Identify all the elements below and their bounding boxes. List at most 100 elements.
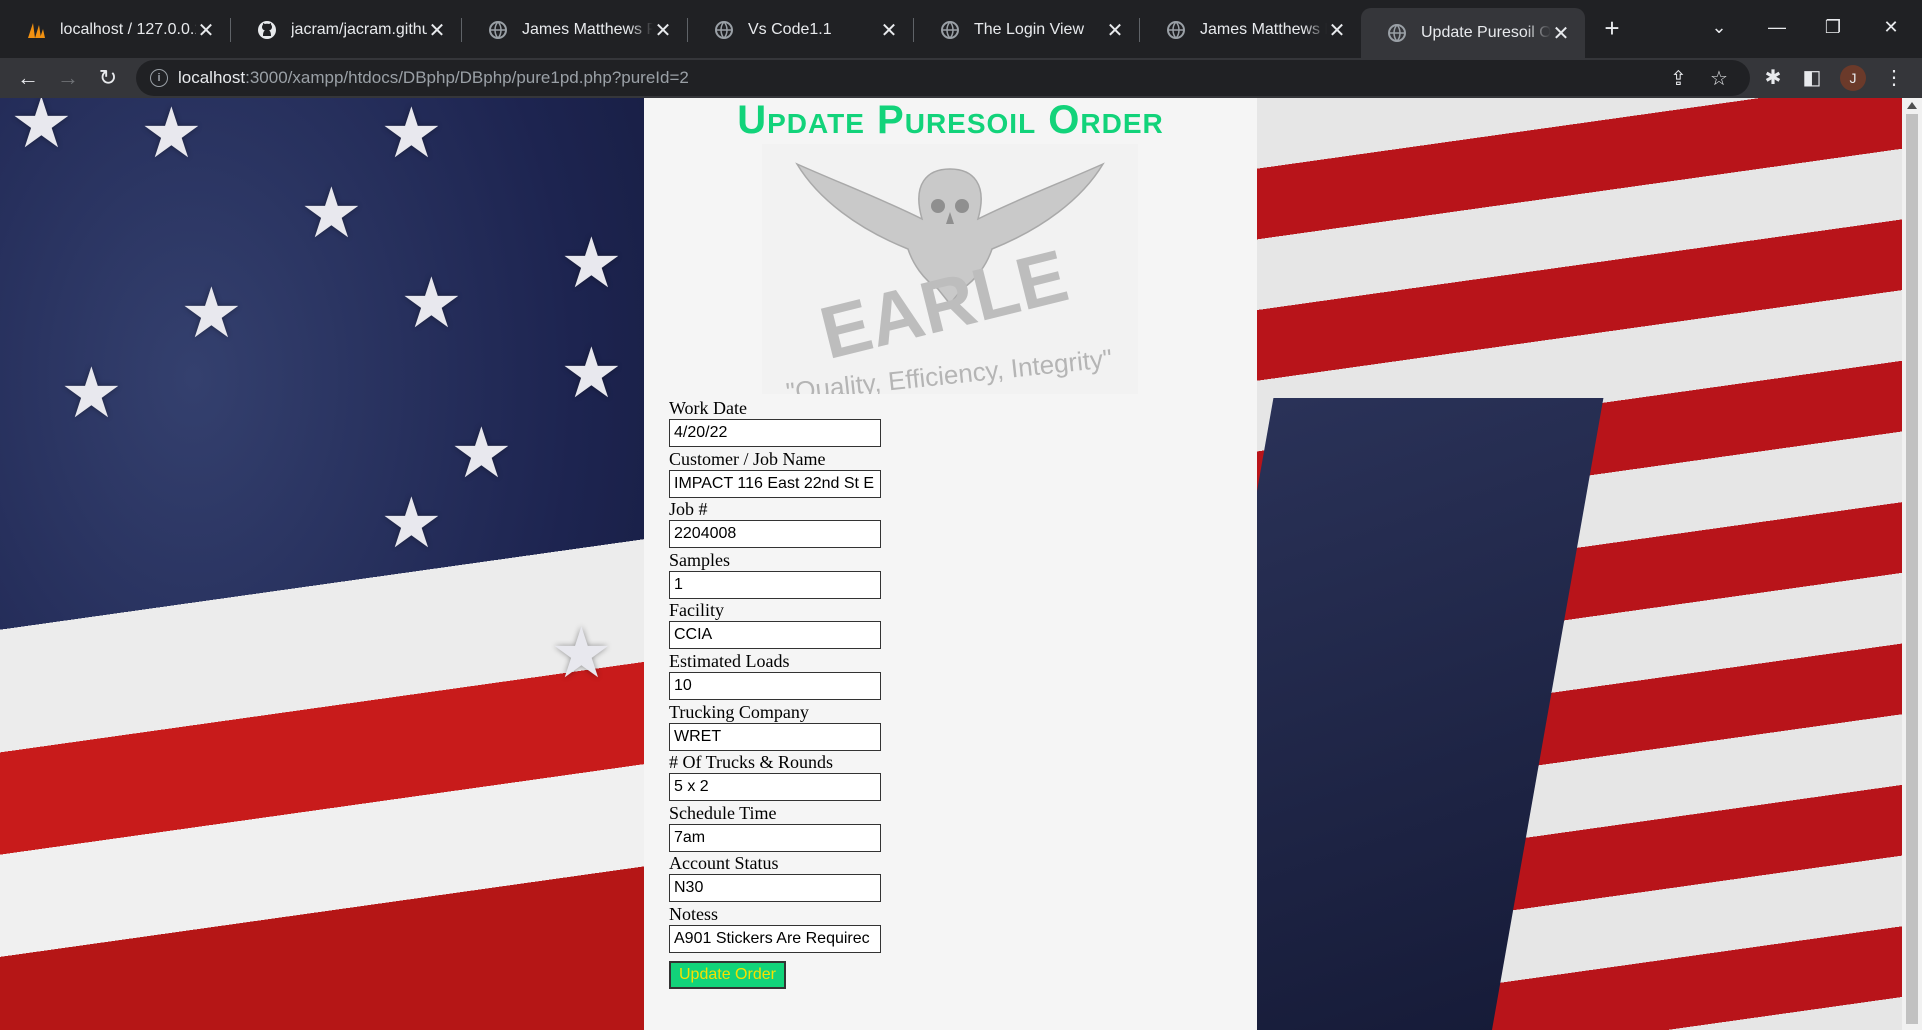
star-icon: ★ xyxy=(140,98,203,172)
forward-button[interactable]: → xyxy=(53,63,83,93)
trucks-rounds-input[interactable] xyxy=(669,773,881,802)
trucks-rounds-label: # Of Trucks & Rounds xyxy=(669,752,834,773)
star-icon: ★ xyxy=(180,274,243,352)
samples-label: Samples xyxy=(669,549,730,570)
tab-title: jacram/jacram.github. xyxy=(291,21,427,38)
facility-label: Facility xyxy=(669,600,724,621)
github-icon xyxy=(257,20,277,40)
url-text: localhost:3000/xampp/htdocs/DBphp/DBphp/… xyxy=(178,68,689,88)
estimated-loads-input[interactable] xyxy=(669,671,881,700)
account-status-label: Account Status xyxy=(669,853,779,874)
field-trucks-rounds: # Of Trucks & Rounds xyxy=(669,752,881,803)
star-icon: ★ xyxy=(380,484,443,562)
page-scrollbar[interactable] xyxy=(1902,98,1922,1030)
close-icon[interactable]: ✕ xyxy=(1551,21,1571,46)
job-number-input[interactable] xyxy=(669,520,881,549)
tab-title: Vs Code1.1 xyxy=(748,21,832,38)
tab-update-puresoil-order[interactable]: Update Puresoil Orde ✕ xyxy=(1361,8,1585,58)
globe-icon xyxy=(488,20,508,40)
estimated-loads-label: Estimated Loads xyxy=(669,650,790,671)
reload-icon: ↻ xyxy=(98,65,118,90)
tab-title: James Matthews Proj xyxy=(522,21,653,38)
globe-icon xyxy=(714,20,734,40)
star-icon: ★ xyxy=(380,98,443,172)
tab-title: James Matthews Proj xyxy=(1200,21,1327,38)
extensions-button[interactable]: ✱ xyxy=(1759,64,1787,92)
more-vert-icon: ⋮ xyxy=(1884,67,1904,89)
work-date-input[interactable] xyxy=(669,419,881,447)
info-icon[interactable]: i xyxy=(150,69,168,87)
scroll-up-arrow-icon[interactable] xyxy=(1907,102,1917,109)
close-icon: ✕ xyxy=(1883,17,1899,37)
job-number-label: Job # xyxy=(669,499,708,520)
field-customer-job-name: Customer / Job Name xyxy=(669,449,881,500)
facility-input[interactable] xyxy=(669,621,881,650)
minimize-button[interactable]: — xyxy=(1754,12,1800,42)
restore-icon: ❐ xyxy=(1824,17,1842,37)
close-icon[interactable]: ✕ xyxy=(1105,18,1125,43)
star-icon: ★ xyxy=(400,264,463,342)
field-estimated-loads: Estimated Loads xyxy=(669,651,881,702)
update-order-form: Work Date Customer / Job Name Job # Samp… xyxy=(669,398,881,989)
puzzle-icon: ✱ xyxy=(1764,67,1782,89)
close-icon[interactable]: ✕ xyxy=(879,18,899,43)
globe-icon xyxy=(1387,23,1407,43)
close-icon[interactable]: ✕ xyxy=(1327,18,1347,43)
close-icon[interactable]: ✕ xyxy=(653,18,673,43)
star-icon: ★ xyxy=(450,414,513,492)
update-order-button[interactable]: Update Order xyxy=(669,960,786,989)
globe-icon xyxy=(940,20,960,40)
tab-login-view[interactable]: The Login View ✕ xyxy=(914,10,1139,50)
menu-button[interactable]: ⋮ xyxy=(1880,64,1908,92)
star-icon: ★ xyxy=(560,334,623,412)
tab-title: The Login View xyxy=(974,21,1084,38)
work-date-label: Work Date xyxy=(669,398,748,418)
tab-vscode[interactable]: Vs Code1.1 ✕ xyxy=(688,10,913,50)
star-icon: ★ xyxy=(300,174,363,252)
account-status-input[interactable] xyxy=(669,874,881,903)
customer-job-name-label: Customer / Job Name xyxy=(669,448,826,469)
globe-icon xyxy=(1166,20,1186,40)
field-facility: Facility xyxy=(669,600,881,651)
order-form-panel: Update Puresoil Order EARLE "Quality, Ef… xyxy=(644,98,1257,1030)
side-panel-button[interactable]: ◧ xyxy=(1798,64,1826,92)
flag-background-right xyxy=(1257,98,1902,1030)
field-trucking-company: Trucking Company xyxy=(669,702,881,753)
schedule-time-input[interactable] xyxy=(669,823,881,852)
close-icon[interactable]: ✕ xyxy=(196,18,216,43)
star-icon: ★ xyxy=(560,224,623,302)
tab-title: Update Puresoil Orde xyxy=(1421,24,1551,41)
samples-input[interactable] xyxy=(669,570,881,599)
customer-job-name-input[interactable] xyxy=(669,469,881,498)
tab-phpmyadmin[interactable]: localhost / 127.0.0.1 | ✕ xyxy=(0,10,230,50)
restore-button[interactable]: ❐ xyxy=(1810,12,1856,42)
url-path: :3000/xampp/htdocs/DBphp/DBphp/pure1pd.p… xyxy=(245,68,689,87)
star-icon[interactable]: ☆ xyxy=(1710,66,1728,91)
tab-james-matthews-2[interactable]: James Matthews Proj ✕ xyxy=(1140,10,1361,50)
profile-avatar[interactable]: J xyxy=(1840,65,1866,91)
schedule-time-label: Schedule Time xyxy=(669,802,777,823)
trucking-company-input[interactable] xyxy=(669,722,881,751)
new-tab-button[interactable]: + xyxy=(1598,14,1626,42)
reload-button[interactable]: ↻ xyxy=(93,63,123,93)
tab-github[interactable]: jacram/jacram.github. ✕ xyxy=(231,10,461,50)
star-icon: ★ xyxy=(60,354,123,432)
close-window-button[interactable]: ✕ xyxy=(1868,12,1914,42)
side-panel-icon: ◧ xyxy=(1802,67,1822,89)
scrollbar-thumb[interactable] xyxy=(1906,114,1918,1024)
tab-search-button[interactable]: ⌄ xyxy=(1696,12,1742,42)
field-samples: Samples xyxy=(669,550,881,601)
field-schedule-time: Schedule Time xyxy=(669,803,881,854)
arrow-left-icon: ← xyxy=(17,65,39,90)
minimize-icon: — xyxy=(1768,17,1786,37)
field-account-status: Account Status xyxy=(669,853,881,904)
flag-canton xyxy=(1257,398,1604,1030)
arrow-right-icon: → xyxy=(57,65,79,90)
back-button[interactable]: ← xyxy=(13,63,43,93)
trucking-company-label: Trucking Company xyxy=(669,701,809,722)
notes-input[interactable] xyxy=(669,924,881,953)
address-bar[interactable]: i localhost:3000/xampp/htdocs/DBphp/DBph… xyxy=(136,60,1750,96)
tab-james-matthews-1[interactable]: James Matthews Proj ✕ xyxy=(462,10,687,50)
share-icon[interactable]: ⇪ xyxy=(1670,66,1687,91)
close-icon[interactable]: ✕ xyxy=(427,18,447,43)
